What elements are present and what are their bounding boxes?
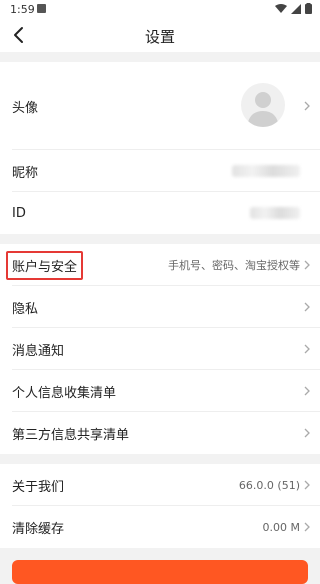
avatar-label: 头像 bbox=[12, 100, 39, 116]
user-placeholder-icon bbox=[247, 92, 279, 127]
avatar-row[interactable]: 头像 bbox=[0, 62, 320, 150]
nickname-label: 昵称 bbox=[12, 165, 39, 181]
wifi-icon bbox=[275, 3, 287, 13]
settings-section: 账户与安全 手机号、密码、淘宝授权等 隐私 消息通知 个人信息收集清单 第三方信… bbox=[0, 244, 320, 454]
notification-icon bbox=[37, 4, 46, 13]
about-section: 关于我们 66.0.0 (51) 清除缓存 0.00 M bbox=[0, 464, 320, 548]
avatar bbox=[241, 83, 285, 127]
personal-info-list-row[interactable]: 个人信息收集清单 bbox=[0, 370, 320, 412]
id-value-blurred bbox=[250, 207, 300, 219]
app-version: 66.0.0 (51) bbox=[238, 478, 300, 492]
chevron-right-icon bbox=[304, 386, 310, 396]
id-label: ID bbox=[12, 205, 26, 221]
account-security-row[interactable]: 账户与安全 手机号、密码、淘宝授权等 bbox=[0, 244, 320, 286]
profile-section: 头像 昵称 ID bbox=[0, 62, 320, 234]
personal-info-list-label: 个人信息收集清单 bbox=[12, 385, 117, 401]
nickname-value-blurred bbox=[232, 165, 300, 177]
chevron-right-icon bbox=[304, 260, 310, 270]
chevron-right-icon bbox=[304, 522, 310, 532]
battery-icon bbox=[305, 3, 312, 14]
chevron-right-icon bbox=[304, 302, 310, 312]
third-party-share-row[interactable]: 第三方信息共享清单 bbox=[0, 412, 320, 454]
nickname-row[interactable]: 昵称 bbox=[0, 150, 320, 192]
cache-size: 0.00 M bbox=[262, 520, 300, 534]
id-row[interactable]: ID bbox=[0, 192, 320, 234]
chevron-right-icon bbox=[304, 428, 310, 438]
logout-button[interactable] bbox=[12, 560, 308, 584]
page-title: 设置 bbox=[144, 28, 175, 46]
notifications-label: 消息通知 bbox=[12, 343, 65, 359]
nav-bar: 设置 bbox=[0, 18, 320, 52]
clear-cache-label: 清除缓存 bbox=[12, 521, 65, 537]
chevron-right-icon bbox=[304, 101, 310, 111]
third-party-share-label: 第三方信息共享清单 bbox=[12, 427, 130, 443]
account-security-value: 手机号、密码、淘宝授权等 bbox=[168, 259, 300, 272]
about-us-label: 关于我们 bbox=[12, 479, 65, 495]
chevron-right-icon bbox=[304, 480, 310, 490]
chevron-right-icon bbox=[304, 344, 310, 354]
account-security-label: 账户与安全 bbox=[6, 250, 84, 280]
about-us-row[interactable]: 关于我们 66.0.0 (51) bbox=[0, 464, 320, 506]
notifications-row[interactable]: 消息通知 bbox=[0, 328, 320, 370]
privacy-label: 隐私 bbox=[12, 301, 39, 317]
clear-cache-row[interactable]: 清除缓存 0.00 M bbox=[0, 506, 320, 548]
signal-icon bbox=[291, 3, 301, 14]
privacy-row[interactable]: 隐私 bbox=[0, 286, 320, 328]
status-bar: 1:59 bbox=[0, 0, 320, 18]
status-time: 1:59 bbox=[10, 3, 35, 16]
